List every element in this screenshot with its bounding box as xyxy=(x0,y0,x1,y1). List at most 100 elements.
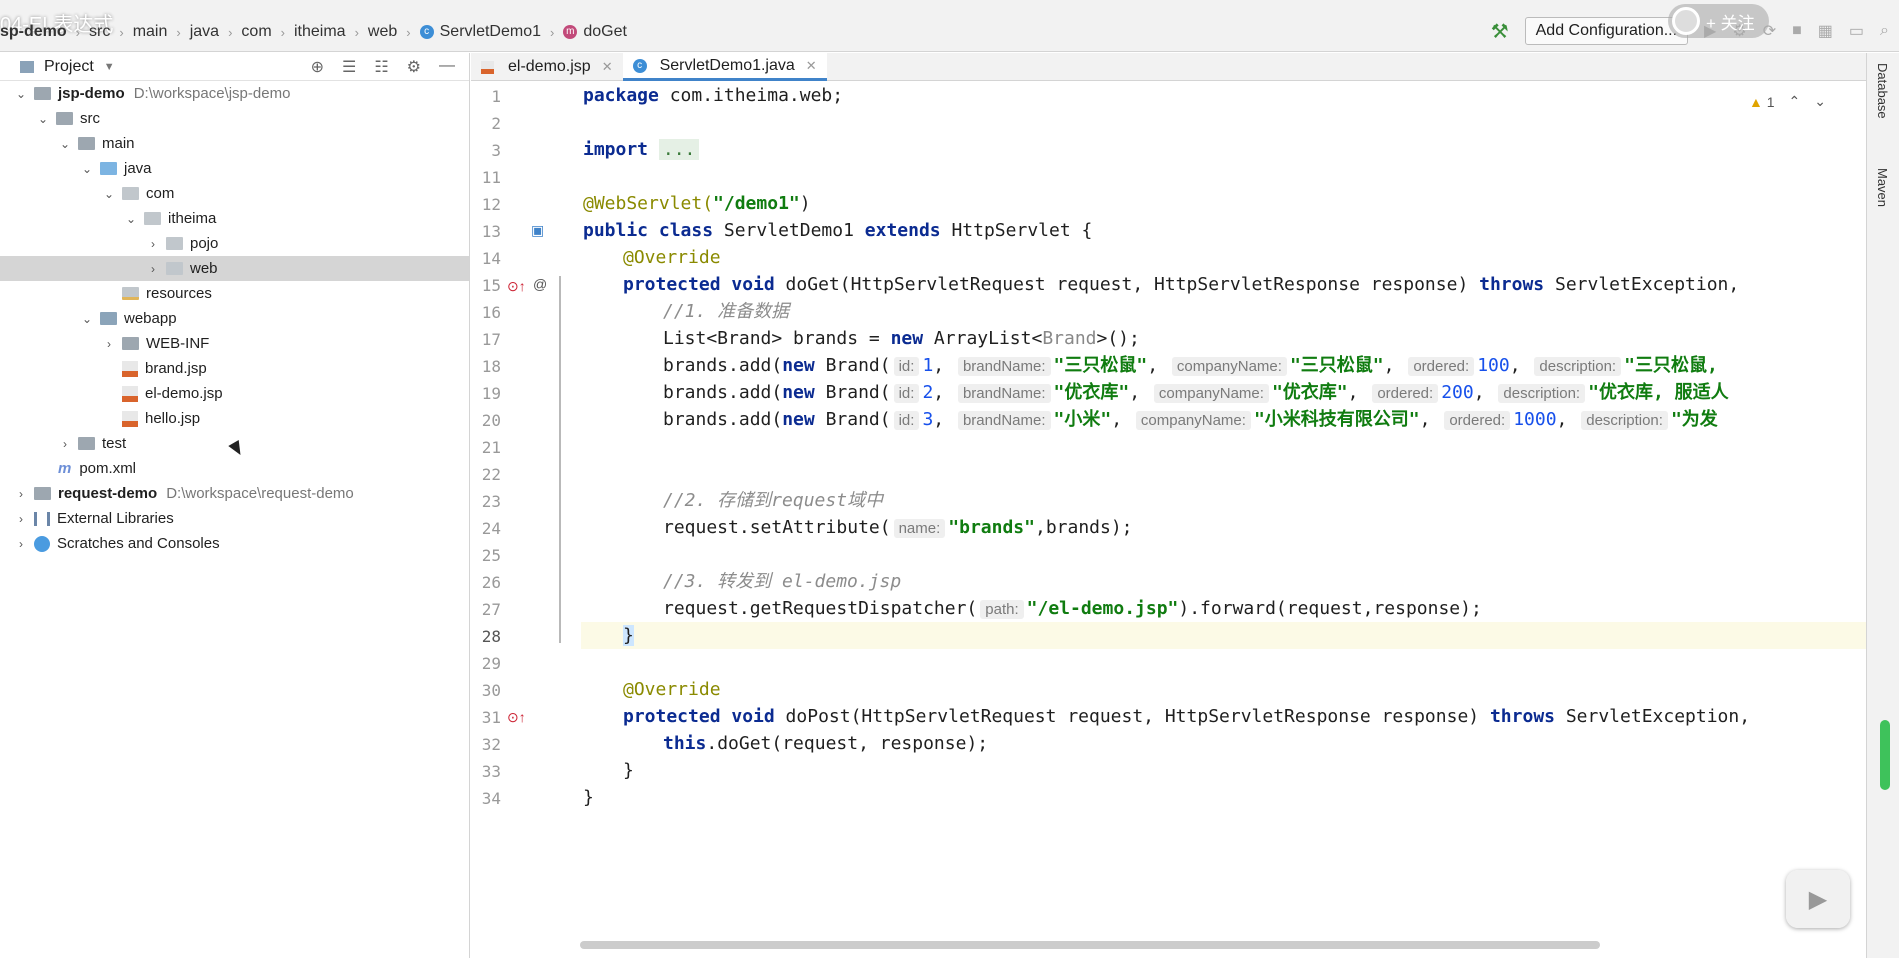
breadcrumb-method[interactable]: doGet xyxy=(583,23,627,41)
chevron-down-icon[interactable]: ▼ xyxy=(104,61,115,73)
vertical-scrollbar[interactable] xyxy=(1880,720,1890,790)
tree-item-label: main xyxy=(102,135,135,152)
maven-file-icon: m xyxy=(58,460,72,477)
tree-item-label: web xyxy=(190,260,218,277)
tree-item-external-libraries[interactable]: › External Libraries xyxy=(0,506,469,531)
chevron-right-icon[interactable]: › xyxy=(14,537,28,551)
library-icon xyxy=(34,511,50,526)
line-number: 12 xyxy=(481,195,501,214)
chevron-down-icon[interactable]: ⌄ xyxy=(80,162,94,176)
breadcrumb-main[interactable]: main xyxy=(133,23,168,41)
line-number: 27 xyxy=(481,600,501,619)
line-number: 23 xyxy=(481,492,501,511)
layout-icon[interactable]: ▭ xyxy=(1849,21,1864,41)
code-line-27: request.getRequestDispatcher(path: "/el-d… xyxy=(663,598,1482,619)
close-icon[interactable]: ✕ xyxy=(602,59,613,75)
gear-icon[interactable]: ⚙ xyxy=(407,57,421,77)
tab-el-demo-jsp[interactable]: el-demo.jsp ✕ xyxy=(471,53,623,81)
breadcrumb-class[interactable]: ServletDemo1 xyxy=(440,23,541,41)
chevron-right-icon[interactable]: › xyxy=(14,512,28,526)
collapse-all-icon[interactable]: ☷ xyxy=(374,57,388,77)
chevron-right-icon[interactable]: › xyxy=(146,262,160,276)
horizontal-scrollbar[interactable] xyxy=(580,941,1600,949)
override-arrow-icon[interactable]: ⊙↑ xyxy=(507,709,526,726)
line-number: 34 xyxy=(481,789,501,808)
code-line-23: //2. 存储到request域中 xyxy=(663,490,884,511)
code-line-34: } xyxy=(583,787,594,808)
tree-item-web-inf[interactable]: › WEB-INF xyxy=(0,331,469,356)
tree-item-label: webapp xyxy=(124,310,177,327)
tree-item-hello-jsp[interactable]: hello.jsp xyxy=(0,406,469,431)
tree-item-brand-jsp[interactable]: brand.jsp xyxy=(0,356,469,381)
breadcrumb-java[interactable]: java xyxy=(190,23,219,41)
locate-icon[interactable]: ⊕ xyxy=(311,57,324,77)
tab-servletdemo1-java[interactable]: c ServletDemo1.java ✕ xyxy=(622,53,827,81)
chevron-down-icon[interactable]: ⌄ xyxy=(14,87,28,101)
code-line-32: this.doGet(request, response); xyxy=(663,733,989,754)
tree-item-request-demo[interactable]: › request-demo D:\workspace\request-demo xyxy=(0,481,469,506)
line-number: 21 xyxy=(481,438,501,457)
servlet-gutter-icon[interactable]: ▣ xyxy=(531,222,544,239)
add-configuration-button[interactable]: Add Configuration... xyxy=(1524,17,1689,45)
breadcrumb-web[interactable]: web xyxy=(368,23,397,41)
breadcrumb-com[interactable]: com xyxy=(241,23,271,41)
breadcrumb-itheima[interactable]: itheima xyxy=(294,23,346,41)
folded-imports[interactable]: ... xyxy=(658,139,700,160)
chevron-down-icon[interactable]: ⌄ xyxy=(36,112,50,126)
follow-overlay-button[interactable]: + 关注 xyxy=(1668,4,1769,38)
line-number: 2 xyxy=(491,114,501,133)
line-number: 17 xyxy=(481,330,501,349)
tree-item-pom-xml[interactable]: m pom.xml xyxy=(0,456,469,481)
maven-tool-button[interactable]: Maven xyxy=(1875,168,1890,207)
project-structure-icon[interactable]: ▦ xyxy=(1818,21,1833,41)
chevron-down-icon[interactable]: ⌄ xyxy=(58,137,72,151)
tree-item-label: hello.jsp xyxy=(145,410,201,427)
hide-icon[interactable]: — xyxy=(439,57,455,77)
chevron-down-icon[interactable]: ⌄ xyxy=(102,187,116,201)
tree-item-label: el-demo.jsp xyxy=(145,385,223,402)
chevron-right-icon[interactable]: › xyxy=(58,437,72,451)
tree-item-scratches[interactable]: › Scratches and Consoles xyxy=(0,531,469,556)
chevron-down-icon[interactable]: ⌄ xyxy=(124,212,138,226)
tree-item-label: com xyxy=(146,185,175,202)
chevron-right-icon[interactable]: › xyxy=(146,237,160,251)
tree-item-resources[interactable]: resources xyxy=(0,281,469,306)
tree-item-webapp[interactable]: ⌄ webapp xyxy=(0,306,469,331)
code-line-12: @WebServlet("/demo1") xyxy=(583,193,811,214)
tree-item-main[interactable]: ⌄ main xyxy=(0,131,469,156)
line-number: 33 xyxy=(481,762,501,781)
tree-item-label: request-demo xyxy=(58,485,158,502)
at-icon[interactable]: @ xyxy=(533,276,547,292)
chevron-right-icon[interactable]: › xyxy=(102,337,116,351)
tree-item-itheima[interactable]: ⌄ itheima xyxy=(0,206,469,231)
tree-item-web[interactable]: › web xyxy=(0,256,469,281)
tree-item-pojo[interactable]: › pojo xyxy=(0,231,469,256)
chevron-down-icon[interactable]: ⌄ xyxy=(80,312,94,326)
source-folder-icon xyxy=(100,162,117,175)
override-arrow-icon[interactable]: ⊙↑ xyxy=(507,278,526,295)
line-number: 18 xyxy=(481,357,501,376)
breadcrumb-project[interactable]: sp-demo xyxy=(0,23,67,41)
tree-item-src[interactable]: ⌄ src xyxy=(0,106,469,131)
tree-item-label: resources xyxy=(146,285,212,302)
stop-icon[interactable]: ■ xyxy=(1792,22,1802,40)
play-icon[interactable]: ▶ xyxy=(1786,870,1850,928)
build-hammer-icon[interactable]: ⚒ xyxy=(1491,19,1509,44)
jsp-file-icon xyxy=(122,385,138,402)
code-line-24: request.setAttribute(name: "brands",brand… xyxy=(663,517,1133,538)
project-panel-title[interactable]: Project xyxy=(44,58,94,76)
chevron-right-icon[interactable]: › xyxy=(14,487,28,501)
breadcrumb-src[interactable]: src xyxy=(89,23,110,41)
avatar-icon xyxy=(1672,7,1700,35)
database-tool-button[interactable]: Database xyxy=(1875,63,1890,119)
line-number: 14 xyxy=(481,249,501,268)
expand-all-icon[interactable]: ☰ xyxy=(342,57,356,77)
tree-item-java[interactable]: ⌄ java xyxy=(0,156,469,181)
close-icon[interactable]: ✕ xyxy=(806,58,817,74)
code-area[interactable]: package com.itheima.web; import ... @Web… xyxy=(581,82,1866,958)
tree-item-com[interactable]: ⌄ com xyxy=(0,181,469,206)
line-number: 24 xyxy=(481,519,501,538)
tree-item-el-demo-jsp[interactable]: el-demo.jsp xyxy=(0,381,469,406)
search-icon[interactable]: ⌕ xyxy=(1880,22,1889,40)
tree-item-jsp-demo[interactable]: ⌄ jsp-demo D:\workspace\jsp-demo xyxy=(0,81,469,106)
